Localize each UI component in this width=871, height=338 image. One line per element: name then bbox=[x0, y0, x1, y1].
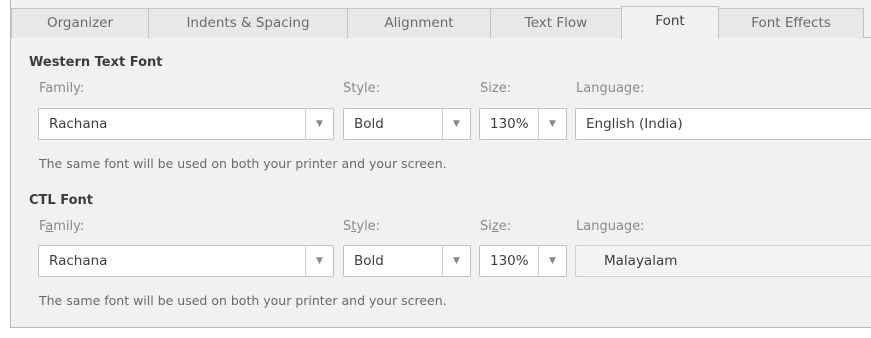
ctl-language-combo[interactable]: Malayalam bbox=[575, 245, 871, 277]
ctl-language-label: Language: bbox=[576, 219, 645, 234]
ctl-family-combo[interactable]: Rachana ▼ bbox=[38, 245, 334, 277]
tab-text-flow[interactable]: Text Flow bbox=[490, 8, 622, 38]
western-language-combo[interactable]: English (India) bbox=[575, 108, 871, 140]
western-family-combo[interactable]: Rachana ▼ bbox=[38, 108, 334, 140]
ctl-size-label: Size: bbox=[480, 219, 512, 234]
ctl-font-note: The same font will be used on both your … bbox=[39, 293, 447, 308]
ctl-language-value: Malayalam bbox=[604, 253, 678, 269]
ctl-style-label: Style: bbox=[343, 219, 381, 234]
western-family-value: Rachana bbox=[49, 116, 108, 132]
chevron-down-icon[interactable]: ▼ bbox=[538, 246, 566, 276]
tab-font-effects[interactable]: Font Effects bbox=[718, 8, 864, 38]
tab-organizer[interactable]: Organizer bbox=[11, 8, 149, 38]
western-family-label: Family: bbox=[39, 81, 85, 96]
chevron-down-icon[interactable]: ▼ bbox=[305, 109, 333, 139]
western-language-value: English (India) bbox=[586, 116, 683, 132]
tab-alignment[interactable]: Alignment bbox=[347, 8, 491, 38]
western-style-value: Bold bbox=[354, 116, 384, 132]
tab-font[interactable]: Font bbox=[621, 6, 719, 39]
chevron-down-icon[interactable]: ▼ bbox=[442, 109, 470, 139]
western-style-combo[interactable]: Bold ▼ bbox=[343, 108, 471, 140]
ctl-size-combo[interactable]: 130% ▼ bbox=[479, 245, 567, 277]
western-style-label: Style: bbox=[343, 81, 381, 96]
tab-bar: Organizer Indents & Spacing Alignment Te… bbox=[11, 0, 871, 39]
chevron-down-icon[interactable]: ▼ bbox=[305, 246, 333, 276]
western-size-value: 130% bbox=[490, 116, 529, 132]
font-dialog-panel: Organizer Indents & Spacing Alignment Te… bbox=[10, 0, 871, 328]
western-language-label: Language: bbox=[576, 81, 645, 96]
chevron-down-icon[interactable]: ▼ bbox=[538, 109, 566, 139]
western-size-label: Size: bbox=[480, 81, 512, 96]
ctl-style-value: Bold bbox=[354, 253, 384, 269]
ctl-size-value: 130% bbox=[490, 253, 529, 269]
western-font-heading: Western Text Font bbox=[29, 55, 163, 70]
ctl-font-heading: CTL Font bbox=[29, 193, 93, 208]
ctl-family-label: Family: bbox=[39, 219, 85, 234]
chevron-down-icon[interactable]: ▼ bbox=[442, 246, 470, 276]
ctl-family-value: Rachana bbox=[49, 253, 108, 269]
ctl-style-combo[interactable]: Bold ▼ bbox=[343, 245, 471, 277]
tab-indents-spacing[interactable]: Indents & Spacing bbox=[148, 8, 348, 38]
western-size-combo[interactable]: 130% ▼ bbox=[479, 108, 567, 140]
western-font-note: The same font will be used on both your … bbox=[39, 156, 447, 171]
